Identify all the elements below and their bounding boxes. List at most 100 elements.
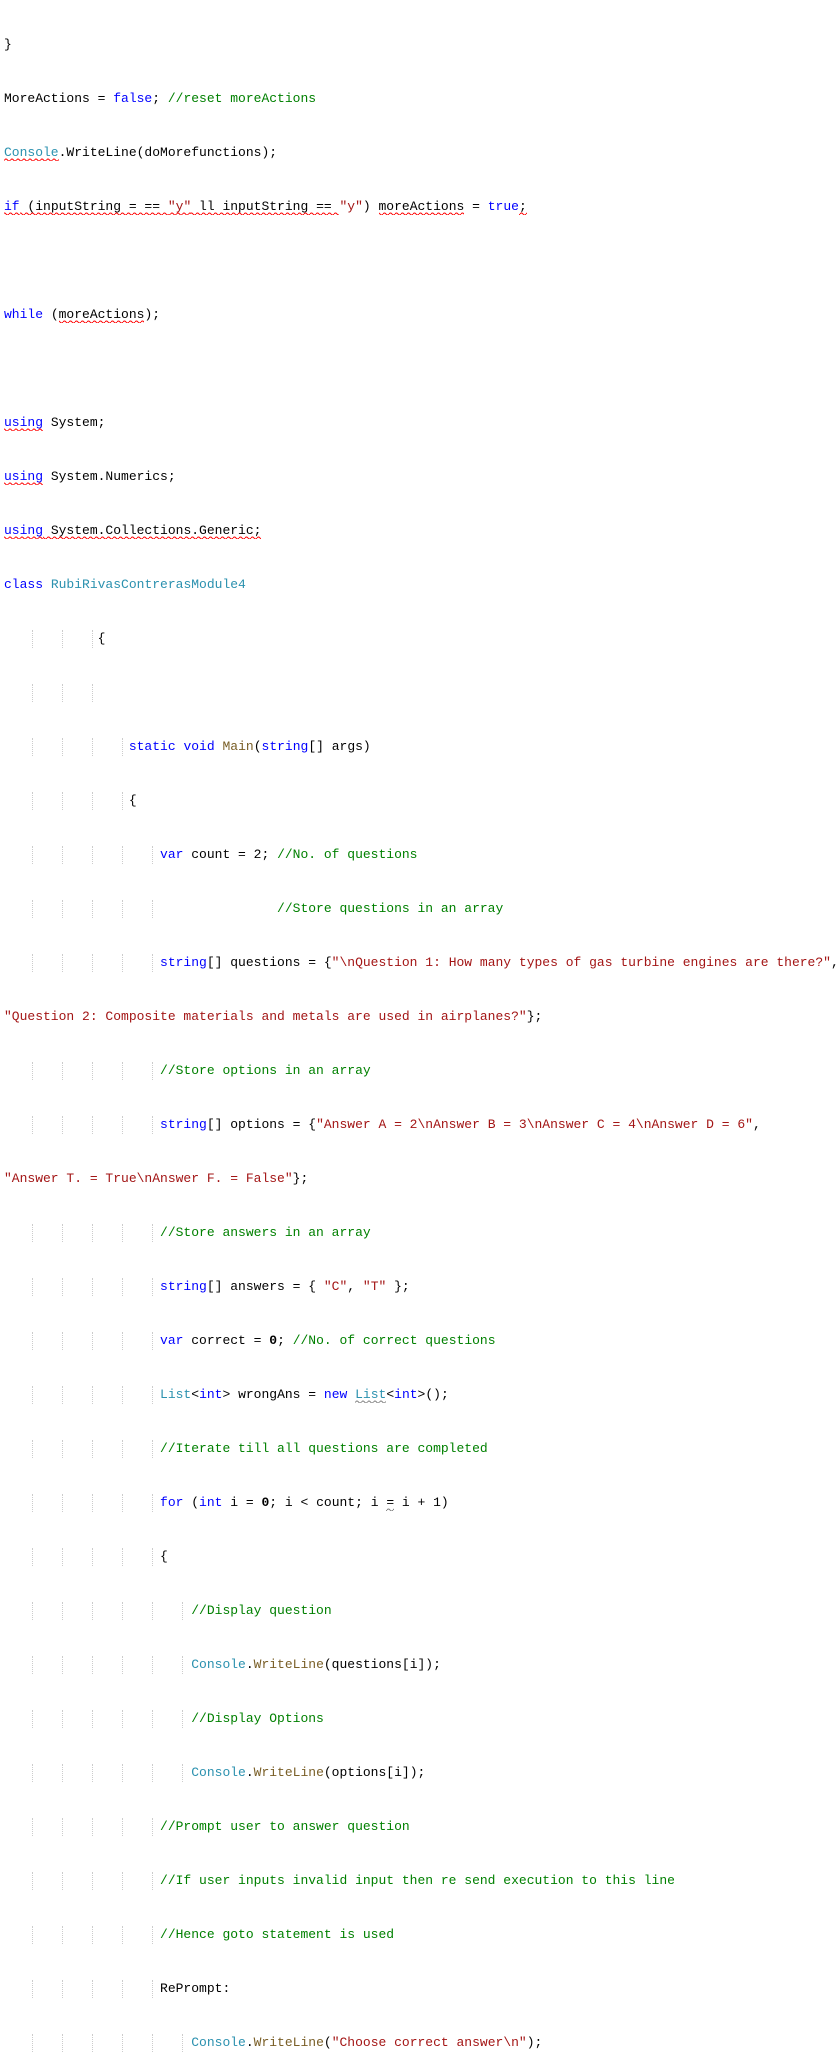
op-hint: =: [386, 1495, 394, 1511]
code-line[interactable]: Console.WriteLine(questions[i]);: [4, 1656, 836, 1674]
code-line[interactable]: if (inputString = == "y" ll inputString …: [4, 198, 836, 216]
text: .: [246, 2035, 254, 2050]
text-error: moreActions: [59, 307, 145, 325]
string: "\nQuestion 1: How many types of gas tur…: [332, 955, 831, 970]
code-line[interactable]: using System.Numerics;: [4, 468, 836, 486]
text: (: [324, 2035, 332, 2050]
code-line[interactable]: using System;: [4, 414, 836, 432]
code-line[interactable]: string[] options = {"Answer A = 2\nAnswe…: [4, 1116, 836, 1134]
comment: //Display question: [191, 1603, 331, 1618]
code-line[interactable]: [4, 360, 836, 378]
type-error: Console: [4, 145, 59, 163]
keyword: void: [183, 739, 214, 754]
text: ,: [347, 1279, 363, 1294]
code-line[interactable]: {: [4, 1548, 836, 1566]
code-line[interactable]: string[] questions = {"\nQuestion 1: How…: [4, 954, 836, 972]
text: <: [386, 1387, 394, 1402]
code-line[interactable]: //Hence goto statement is used: [4, 1926, 836, 1944]
text-error: moreActions: [379, 199, 465, 217]
code-line[interactable]: "Question 2: Composite materials and met…: [4, 1008, 836, 1026]
code-line[interactable]: static void Main(string[] args): [4, 738, 836, 756]
code-line[interactable]: //Store options in an array: [4, 1062, 836, 1080]
keyword: true: [488, 199, 519, 214]
type: Console: [191, 1765, 246, 1780]
text-error: ;: [519, 199, 527, 217]
text: };: [527, 1009, 543, 1024]
code-line[interactable]: "Answer T. = True\nAnswer F. = False"};: [4, 1170, 836, 1188]
code-line[interactable]: //Display Options: [4, 1710, 836, 1728]
code-line[interactable]: Console.WriteLine("Choose correct answer…: [4, 2034, 836, 2052]
code-line[interactable]: }: [4, 36, 836, 54]
method: Main: [222, 739, 253, 754]
comment: //Hence goto statement is used: [160, 1927, 394, 1942]
code-line[interactable]: //Store questions in an array: [4, 900, 836, 918]
text: [347, 1387, 355, 1402]
text: ): [363, 199, 379, 214]
text: (options[i]);: [324, 1765, 425, 1780]
comment: //Store questions in an array: [277, 901, 503, 916]
code-line[interactable]: {: [4, 630, 836, 648]
code-line[interactable]: Console.WriteLine(doMorefunctions);: [4, 144, 836, 162]
code-line[interactable]: class RubiRivasContrerasModule4: [4, 576, 836, 594]
text: =: [464, 199, 487, 214]
code-line[interactable]: //Iterate till all questions are complet…: [4, 1440, 836, 1458]
string: "Question 2: Composite materials and met…: [4, 1009, 527, 1024]
keyword: int: [199, 1495, 222, 1510]
code-line[interactable]: //Store answers in an array: [4, 1224, 836, 1242]
code-editor[interactable]: } MoreActions = false; //reset moreActio…: [0, 0, 840, 2052]
keyword: false: [113, 91, 152, 106]
code-line[interactable]: List<int> wrongAns = new List<int>();: [4, 1386, 836, 1404]
keyword: string: [262, 739, 309, 754]
code-line[interactable]: [4, 684, 836, 702]
string: "C": [324, 1279, 347, 1294]
type: Console: [191, 2035, 246, 2050]
code-line[interactable]: RePrompt:: [4, 1980, 836, 1998]
comment: //Prompt user to answer question: [160, 1819, 410, 1834]
text: ,: [753, 1117, 761, 1132]
text: [] answers = {: [207, 1279, 324, 1294]
keyword: string: [160, 1279, 207, 1294]
comment: //No. of correct questions: [293, 1333, 496, 1348]
code-line[interactable]: //Prompt user to answer question: [4, 1818, 836, 1836]
code-line[interactable]: //Display question: [4, 1602, 836, 1620]
code-line[interactable]: Console.WriteLine(options[i]);: [4, 1764, 836, 1782]
text: i + 1): [394, 1495, 449, 1510]
text: (questions[i]);: [324, 1657, 441, 1672]
text: count = 2;: [183, 847, 277, 862]
code-line[interactable]: var correct = 0; //No. of correct questi…: [4, 1332, 836, 1350]
comment: //Store options in an array: [160, 1063, 371, 1078]
code-line[interactable]: var count = 2; //No. of questions: [4, 846, 836, 864]
keyword: for: [160, 1495, 183, 1510]
text: );: [527, 2035, 543, 2050]
text: .: [246, 1765, 254, 1780]
brace: }: [4, 37, 12, 52]
code-line[interactable]: for (int i = 0; i < count; i = i + 1): [4, 1494, 836, 1512]
code-line[interactable]: MoreActions = false; //reset moreActions: [4, 90, 836, 108]
text: ;: [277, 1333, 293, 1348]
code-line[interactable]: using System.Collections.Generic;: [4, 522, 836, 540]
text: };: [293, 1171, 309, 1186]
code-line[interactable]: {: [4, 792, 836, 810]
text: > wrongAns =: [222, 1387, 323, 1402]
keyword: int: [199, 1387, 222, 1402]
comment: //reset moreActions: [168, 91, 316, 106]
comment: //Store answers in an array: [160, 1225, 371, 1240]
code-line[interactable]: string[] answers = { "C", "T" };: [4, 1278, 836, 1296]
text: };: [386, 1279, 409, 1294]
code-line[interactable]: //If user inputs invalid input then re s…: [4, 1872, 836, 1890]
type: Console: [191, 1657, 246, 1672]
text-error: (inputString = ==: [20, 199, 168, 217]
brace: {: [129, 793, 137, 808]
type-hint: List: [355, 1387, 386, 1403]
string: "Answer A = 2\nAnswer B = 3\nAnswer C = …: [316, 1117, 753, 1132]
text: MoreActions =: [4, 91, 113, 106]
keyword-error: using: [4, 523, 43, 541]
text: [43, 577, 51, 592]
keyword: static: [129, 739, 176, 754]
text: System.Numerics;: [43, 469, 176, 484]
code-line[interactable]: [4, 252, 836, 270]
code-line[interactable]: while (moreActions);: [4, 306, 836, 324]
keyword-error: if: [4, 199, 20, 217]
keyword: string: [160, 1117, 207, 1132]
comment: //If user inputs invalid input then re s…: [160, 1873, 675, 1888]
